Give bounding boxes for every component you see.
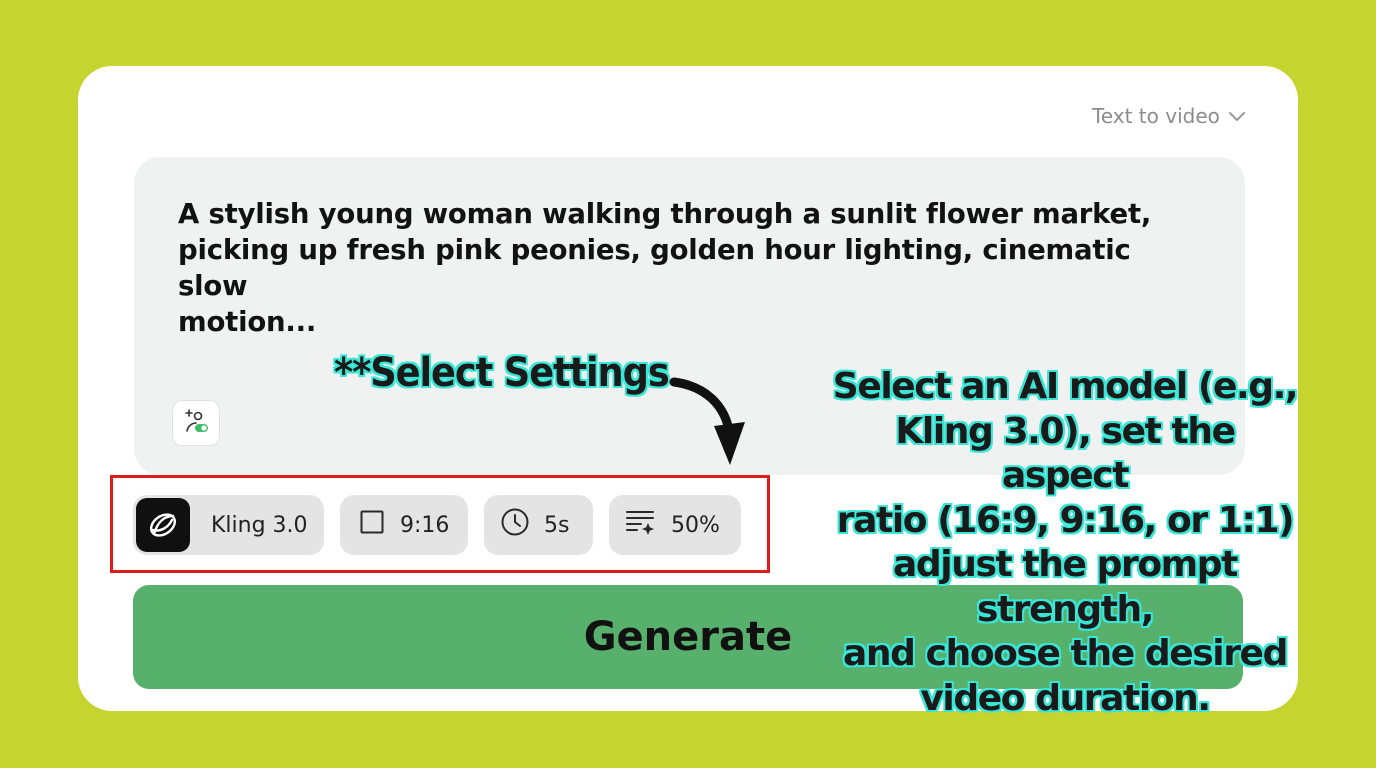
annotation-title: **Select Settings	[334, 350, 670, 396]
mode-dropdown[interactable]: Text to video	[1092, 103, 1246, 129]
prompt-strength-button[interactable]: 50%	[609, 495, 741, 555]
aspect-ratio-label: 9:16	[400, 512, 450, 538]
magic-enhance-icon	[182, 407, 210, 440]
prompt-strength-label: 50%	[671, 512, 720, 538]
kling-logo-icon	[136, 498, 190, 552]
aspect-ratio-button[interactable]: 9:16	[340, 495, 468, 555]
mode-dropdown-label: Text to video	[1092, 104, 1220, 128]
enhance-prompt-button[interactable]	[172, 400, 220, 446]
duration-label: 5s	[544, 512, 570, 538]
square-icon	[360, 510, 384, 540]
chevron-down-icon	[1228, 110, 1246, 122]
duration-button[interactable]: 5s	[484, 495, 593, 555]
model-select-button[interactable]: Kling 3.0	[133, 495, 324, 555]
clock-icon	[500, 507, 530, 543]
annotation-body: Select an AI model (e.g., Kling 3.0), se…	[832, 366, 1299, 719]
prompt-text[interactable]: A stylish young woman walking through a …	[178, 196, 1188, 340]
model-label: Kling 3.0	[211, 512, 308, 538]
sparkle-list-icon	[625, 508, 657, 542]
curved-arrow-icon	[669, 377, 745, 465]
